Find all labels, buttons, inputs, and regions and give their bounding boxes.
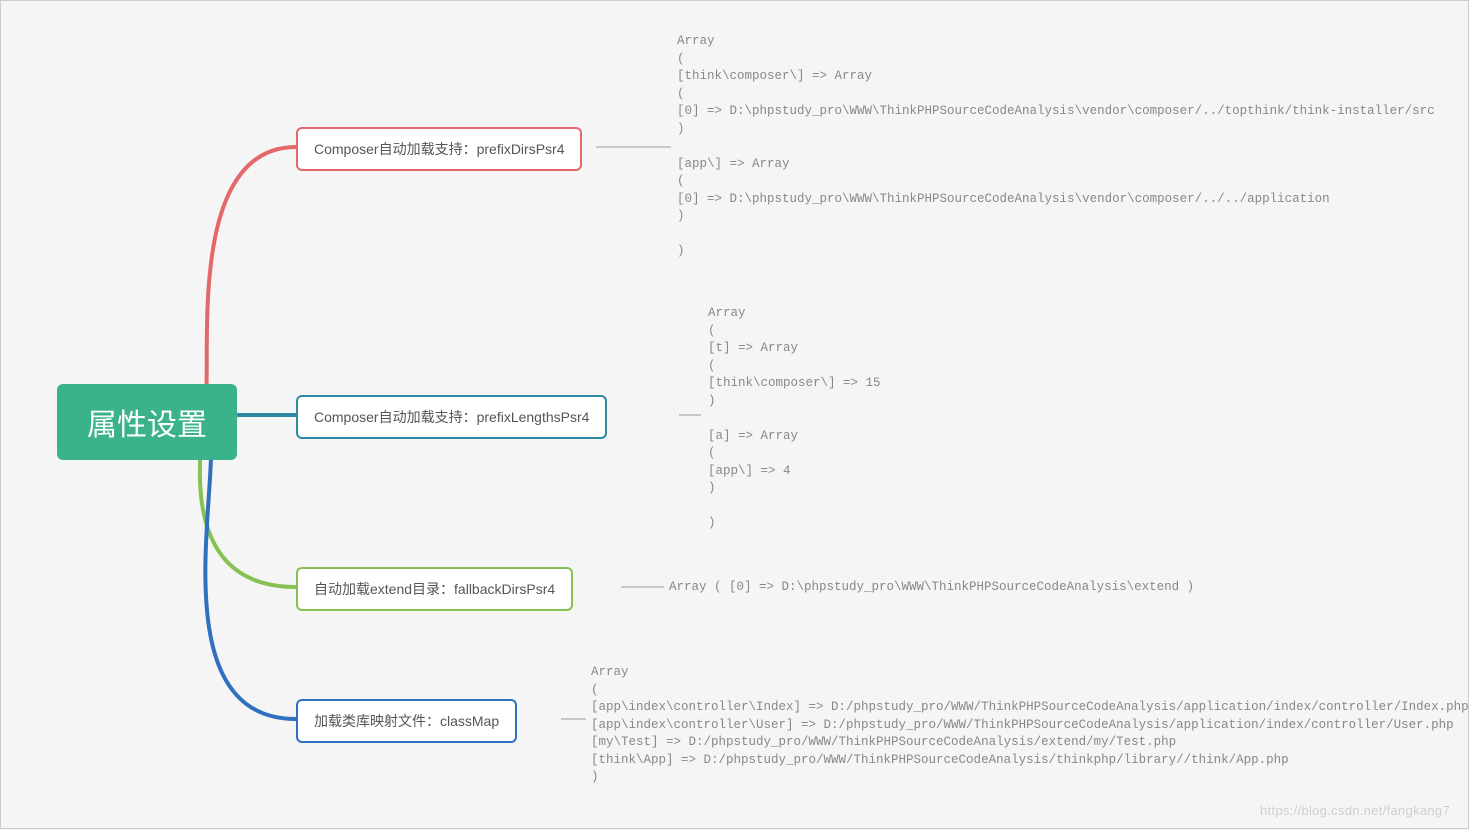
branch-label: 自动加载extend目录：fallbackDirsPsr4 bbox=[314, 581, 555, 597]
branch-label: Composer自动加载支持：prefixLengthsPsr4 bbox=[314, 409, 589, 425]
branch-label: 加载类库映射文件：classMap bbox=[314, 713, 499, 729]
branch-classMap[interactable]: 加载类库映射文件：classMap bbox=[296, 699, 517, 743]
leaf-classMap: Array ( [app\index\controller\Index] => … bbox=[591, 664, 1469, 787]
branch-prefixDirsPsr4[interactable]: Composer自动加载支持：prefixDirsPsr4 bbox=[296, 127, 582, 171]
watermark: https://blog.csdn.net/fangkang7 bbox=[1260, 803, 1450, 818]
root-node[interactable]: 属性设置 bbox=[57, 384, 237, 460]
root-label: 属性设置 bbox=[87, 409, 207, 442]
branch-label: Composer自动加载支持：prefixDirsPsr4 bbox=[314, 141, 564, 157]
leaf-fallbackDirsPsr4: Array ( [0] => D:\phpstudy_pro\WWW\Think… bbox=[669, 579, 1194, 597]
leaf-prefixDirsPsr4: Array ( [think\composer\] => Array ( [0]… bbox=[677, 33, 1435, 261]
branch-fallbackDirsPsr4[interactable]: 自动加载extend目录：fallbackDirsPsr4 bbox=[296, 567, 573, 611]
leaf-prefixLengthsPsr4: Array ( [t] => Array ( [think\composer\]… bbox=[708, 305, 881, 533]
branch-prefixLengthsPsr4[interactable]: Composer自动加载支持：prefixLengthsPsr4 bbox=[296, 395, 607, 439]
